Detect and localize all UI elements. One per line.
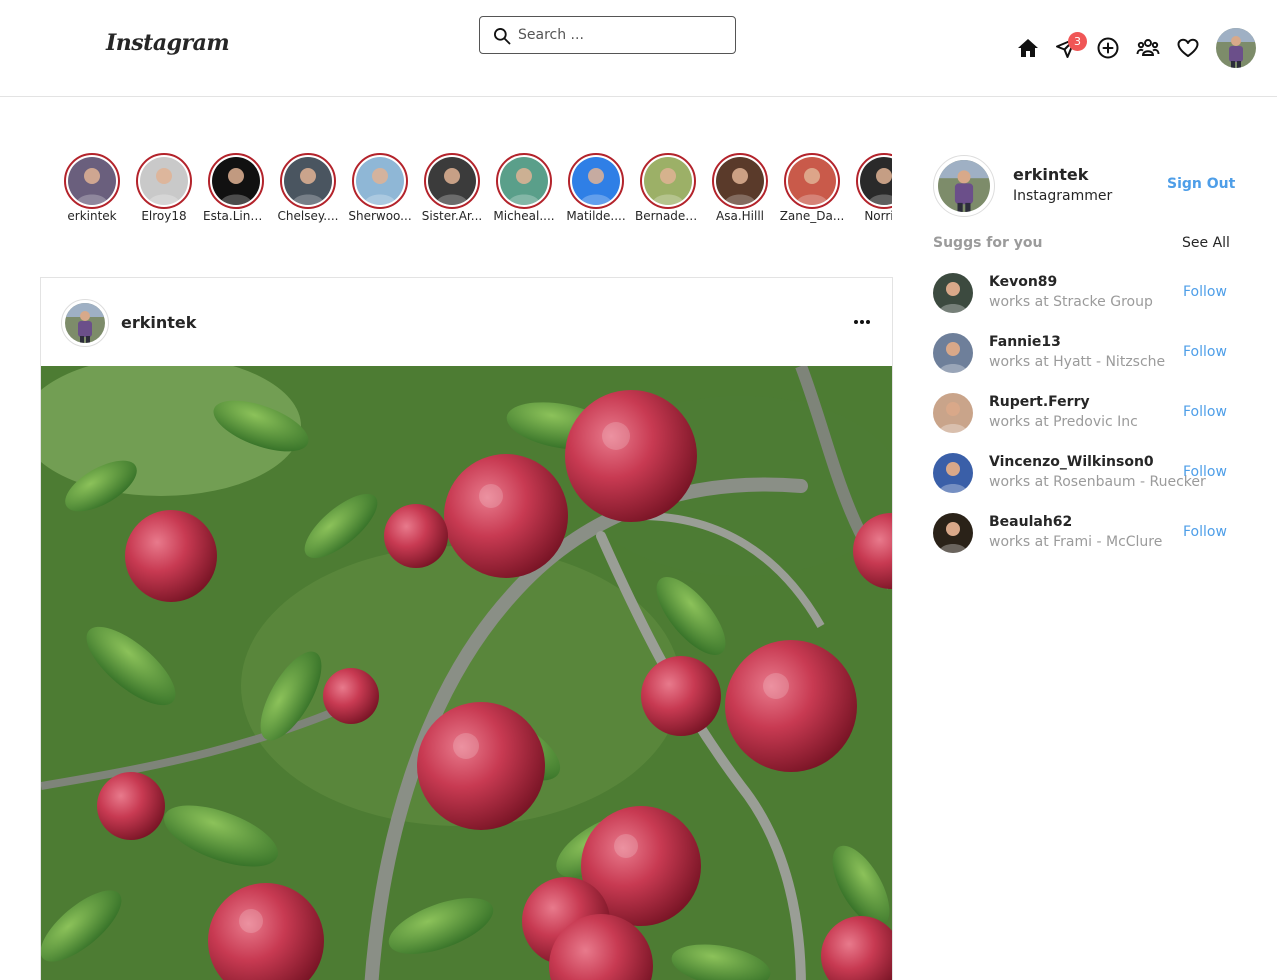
search-box[interactable] xyxy=(479,16,736,54)
heart-icon xyxy=(1177,38,1199,57)
search-input[interactable] xyxy=(518,23,723,47)
avatar xyxy=(572,157,620,205)
story-username: Chelsey.... xyxy=(277,209,339,223)
story-username: erkintek xyxy=(67,209,117,223)
avatar xyxy=(716,157,764,205)
apples-photo xyxy=(41,366,892,980)
post-username[interactable]: erkintek xyxy=(121,313,196,332)
avatar xyxy=(68,157,116,205)
avatar[interactable] xyxy=(933,273,973,313)
suggestion-username[interactable]: Vincenzo_Wilkinson0 xyxy=(989,454,1154,470)
follow-button[interactable]: Follow xyxy=(1183,404,1227,420)
follow-button[interactable]: Follow xyxy=(1183,344,1227,360)
home-button[interactable] xyxy=(1016,36,1040,60)
my-username[interactable]: erkintek xyxy=(1013,165,1088,184)
avatar xyxy=(644,157,692,205)
follow-button[interactable]: Follow xyxy=(1183,284,1227,300)
story-username: Asa.Hilll xyxy=(716,209,764,223)
suggestion-item: Fannie13 works at Hyatt - Nitzsche Follow xyxy=(933,333,1233,377)
avatar xyxy=(1216,28,1256,68)
avatar[interactable] xyxy=(933,453,973,493)
avatar xyxy=(356,157,404,205)
avatar xyxy=(65,303,105,343)
story-ring[interactable] xyxy=(208,153,264,209)
avatar xyxy=(428,157,476,205)
avatar xyxy=(938,160,990,212)
suggestion-workplace: works at Predovic Inc xyxy=(989,414,1138,430)
suggestion-workplace: works at Stracke Group xyxy=(989,294,1153,310)
avatar[interactable] xyxy=(933,393,973,433)
users-icon xyxy=(1136,39,1160,56)
my-profile-avatar[interactable] xyxy=(933,155,995,217)
avatar xyxy=(500,157,548,205)
suggestion-item: Beaulah62 works at Frami - McClure Follow xyxy=(933,513,1233,557)
story-ring[interactable] xyxy=(568,153,624,209)
story-username: Esta.Lind... xyxy=(203,209,270,223)
my-subtitle: Instagrammer xyxy=(1013,188,1113,204)
story-ring[interactable] xyxy=(640,153,696,209)
suggestion-item: Kevon89 works at Stracke Group Follow xyxy=(933,273,1233,317)
suggestion-workplace: works at Rosenbaum - Ruecker xyxy=(989,474,1206,490)
avatar xyxy=(860,157,892,205)
story-username: Bernadet... xyxy=(635,209,702,223)
avatar xyxy=(788,157,836,205)
story-ring[interactable] xyxy=(856,153,892,209)
sign-out-button[interactable]: Sign Out xyxy=(1167,176,1235,192)
story-ring[interactable] xyxy=(280,153,336,209)
more-horizontal-icon xyxy=(854,320,870,324)
follow-button[interactable]: Follow xyxy=(1183,464,1227,480)
post-options-button[interactable] xyxy=(847,312,877,332)
see-all-link[interactable]: See All xyxy=(1182,235,1230,251)
story-ring[interactable] xyxy=(712,153,768,209)
story-username: Elroy18 xyxy=(141,209,187,223)
avatar xyxy=(284,157,332,205)
story-ring[interactable] xyxy=(64,153,120,209)
suggestion-username[interactable]: Kevon89 xyxy=(989,274,1057,290)
suggestions-title: Suggs for you xyxy=(933,235,1043,251)
story-ring[interactable] xyxy=(424,153,480,209)
avatar xyxy=(140,157,188,205)
avatar[interactable] xyxy=(933,333,973,373)
post-image[interactable] xyxy=(41,366,892,980)
messages-badge: 3 xyxy=(1068,32,1087,51)
home-icon xyxy=(1018,39,1038,57)
suggestion-workplace: works at Frami - McClure xyxy=(989,534,1163,550)
profile-avatar-button[interactable] xyxy=(1216,28,1256,68)
suggestion-item: Vincenzo_Wilkinson0works at Rosenbaum - … xyxy=(933,453,1233,497)
search-icon xyxy=(494,28,511,45)
story-username: Micheal.... xyxy=(493,209,555,223)
new-post-button[interactable] xyxy=(1096,36,1120,60)
people-button[interactable] xyxy=(1136,36,1160,60)
avatar xyxy=(212,157,260,205)
story-username: Norris. xyxy=(864,209,892,223)
follow-button[interactable]: Follow xyxy=(1183,524,1227,540)
suggestion-username[interactable]: Beaulah62 xyxy=(989,514,1072,530)
story-username: Matilde.... xyxy=(566,209,626,223)
post-card: erkintek xyxy=(40,277,893,980)
story-username: Zane_Da... xyxy=(779,209,845,223)
suggestion-username[interactable]: Rupert.Ferry xyxy=(989,394,1090,410)
post-avatar[interactable] xyxy=(61,299,109,347)
suggestion-username[interactable]: Fannie13 xyxy=(989,334,1061,350)
activity-button[interactable] xyxy=(1176,36,1200,60)
post-header: erkintek xyxy=(41,278,892,366)
suggestion-item: Rupert.Ferry works at Predovic Inc Follow xyxy=(933,393,1233,437)
instagram-logo[interactable]: Instagram xyxy=(106,30,230,56)
plus-circle-icon xyxy=(1097,37,1119,59)
story-ring[interactable] xyxy=(784,153,840,209)
story-ring[interactable] xyxy=(496,153,552,209)
story-username: Sherwoo... xyxy=(348,209,412,223)
stories-bar: erkintek Elroy18 Esta.Lind... Chelsey.... Sh… xyxy=(40,150,892,230)
avatar[interactable] xyxy=(933,513,973,553)
suggestion-workplace: works at Hyatt - Nitzsche xyxy=(989,354,1166,370)
top-navbar: Instagram 3 xyxy=(0,0,1277,97)
story-ring[interactable] xyxy=(136,153,192,209)
story-ring[interactable] xyxy=(352,153,408,209)
story-username: Sister.Ar... xyxy=(421,209,483,223)
